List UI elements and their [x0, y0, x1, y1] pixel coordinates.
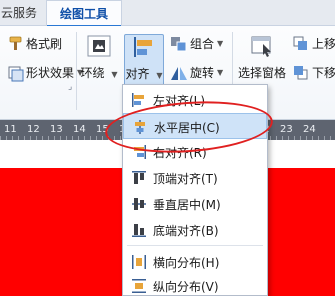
chevron-down-icon: ▼ [111, 70, 118, 79]
menu-item-label: 横向分布(H) [153, 256, 220, 270]
align-middle-icon [131, 196, 147, 212]
group-label: 组合 [190, 37, 215, 51]
menu-item-label: 垂直居中(M) [153, 198, 221, 212]
selection-pane-icon [249, 34, 275, 58]
align-left-icon [131, 92, 147, 108]
distribute-horizontal-icon [131, 254, 147, 270]
shape-effect-label: 形状效果 [26, 66, 75, 80]
rotate-icon [168, 64, 190, 82]
align-icon [131, 35, 157, 59]
menu-item-label: 底端对齐(B) [153, 224, 219, 238]
menu-item-distribute-vertical[interactable]: 纵向分布(V) [123, 273, 267, 296]
ruler-tick-label: 14 [73, 124, 86, 135]
ruler-tick-label: 24 [303, 124, 316, 135]
wrap-text-icon [86, 34, 112, 58]
send-backward-icon [292, 64, 312, 82]
bring-forward-button[interactable]: 上移 [292, 34, 335, 54]
wrap-text-label: 环绕 [80, 66, 105, 80]
menu-item-align-middle[interactable]: 垂直居中(M) [123, 191, 267, 217]
shape-effect-icon [4, 64, 26, 82]
menu-item-distribute-horizontal[interactable]: 横向分布(H) [123, 249, 267, 275]
ruler-tick-label: 23 [280, 124, 293, 135]
chevron-down-icon: ▼ [156, 71, 163, 80]
tab-cloud-service[interactable]: 云服务 [0, 0, 46, 26]
chevron-down-icon: ▼ [217, 39, 224, 48]
menu-item-label: 纵向分布(V) [153, 280, 219, 294]
format-painter-icon [4, 35, 26, 53]
bring-forward-label: 上移 [312, 37, 335, 51]
send-backward-label: 下移 [312, 66, 335, 80]
tab-drawing-tools[interactable]: 绘图工具 [46, 0, 122, 28]
ribbon-tab-bar: 云服务 绘图工具 [0, 0, 335, 28]
align-top-icon [131, 170, 147, 186]
rotate-label: 旋转 [190, 66, 215, 80]
selection-pane-label: 选择窗格 [237, 66, 286, 80]
shape-effect-button[interactable]: 形状效果 ▼ [4, 63, 83, 83]
format-painter-label: 格式刷 [26, 37, 63, 51]
ruler-tick-label: 13 [50, 124, 63, 135]
menu-item-align-bottom[interactable]: 底端对齐(B) [123, 217, 267, 243]
group-icon [168, 35, 190, 53]
menu-item-align-top[interactable]: 顶端对齐(T) [123, 165, 267, 191]
menu-item-label: 顶端对齐(T) [153, 172, 218, 186]
ruler-tick-label: 11 [4, 124, 17, 135]
wrap-text-button[interactable]: 环绕 ▼ [80, 34, 118, 94]
ruler-tick-label: 12 [27, 124, 40, 135]
align-label: 对齐 [125, 67, 150, 81]
rotate-button[interactable]: 旋转 ▼ [168, 63, 223, 83]
format-painter-button[interactable]: 格式刷 [4, 34, 62, 54]
chevron-down-icon: ▼ [217, 68, 224, 77]
menu-separator [127, 245, 263, 246]
send-backward-button[interactable]: 下移 [292, 63, 335, 83]
dialog-launcher-icon[interactable]: ⌟ [68, 82, 72, 92]
align-bottom-icon [131, 222, 147, 238]
bring-forward-icon [292, 35, 312, 53]
ribbon-separator [76, 32, 77, 110]
distribute-vertical-icon [131, 278, 147, 294]
group-button[interactable]: 组合 ▼ [168, 34, 223, 54]
